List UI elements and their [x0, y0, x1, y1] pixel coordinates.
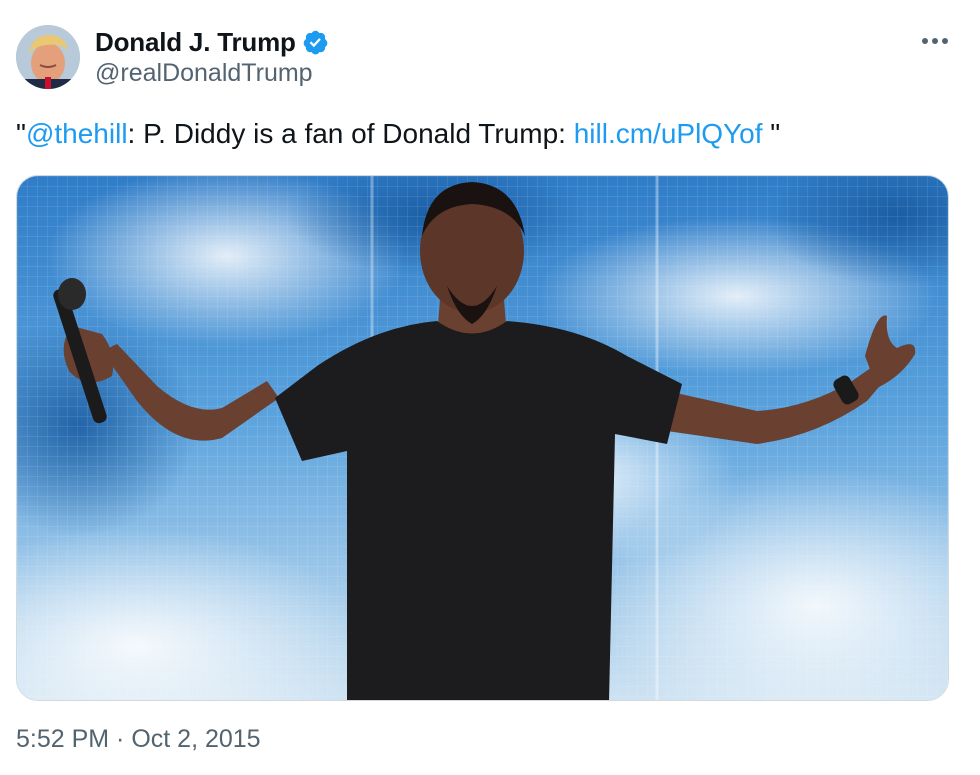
tweet-date[interactable]: Oct 2, 2015: [131, 725, 260, 753]
quote-open: ": [16, 118, 26, 149]
url-link[interactable]: hill.cm/uPlQYof: [574, 118, 763, 149]
tweet-media-photo[interactable]: [16, 175, 949, 701]
timestamp-separator: ·: [109, 725, 132, 753]
tweet-timestamp[interactable]: 5:52 PM · Oct 2, 2015: [16, 725, 261, 754]
verified-badge-icon: [302, 29, 329, 56]
quote-close: ": [762, 118, 781, 149]
tweet-card: Donald J. Trump @realDonaldTrump "@thehi…: [0, 0, 980, 775]
author-display-name[interactable]: Donald J. Trump: [95, 27, 296, 58]
author-name-row[interactable]: Donald J. Trump: [95, 25, 329, 59]
more-options-icon[interactable]: [920, 26, 950, 56]
tweet-time[interactable]: 5:52 PM: [16, 725, 109, 753]
tweet-text: "@thehill: P. Diddy is a fan of Donald T…: [16, 114, 780, 154]
avatar[interactable]: [16, 25, 80, 89]
avatar-image: [16, 25, 80, 89]
tweet-body-text: : P. Diddy is a fan of Donald Trump:: [127, 118, 574, 149]
photo-performer-on-stage: [17, 176, 948, 700]
mention-link[interactable]: @thehill: [26, 118, 128, 149]
author-handle[interactable]: @realDonaldTrump: [95, 59, 313, 88]
